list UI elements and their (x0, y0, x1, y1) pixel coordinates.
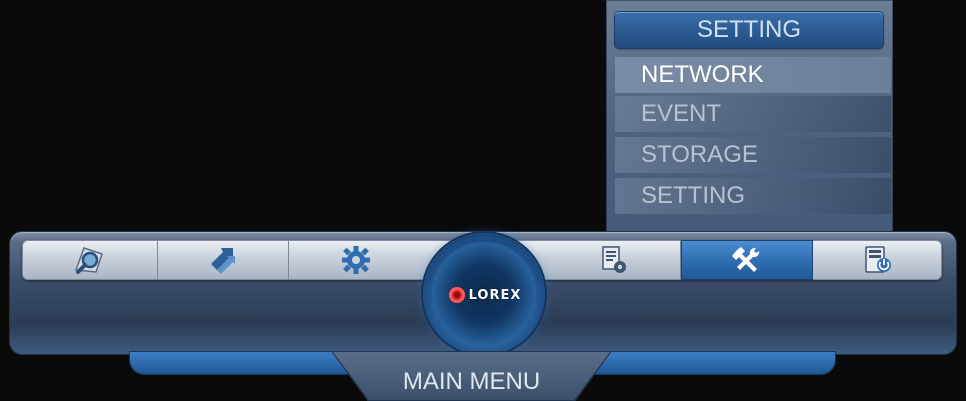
lorex-logo-icon (448, 287, 465, 303)
menu-item-storage[interactable]: STORAGE (615, 137, 891, 173)
info-document-gear-icon (595, 244, 631, 276)
tools-icon (729, 244, 765, 276)
menu-item-network[interactable]: NETWORK (615, 57, 891, 93)
setting-dropdown-menu: SETTING NETWORK EVENT STORAGE SETTING (606, 0, 893, 236)
lorex-logo: LOREX (424, 286, 546, 304)
menu-item-event[interactable]: EVENT (615, 96, 891, 132)
shutdown-icon (860, 244, 896, 276)
gear-icon (338, 244, 374, 276)
info-button[interactable] (545, 240, 681, 280)
lorex-logo-text: LOREX (468, 287, 522, 303)
backup-arrows-icon (203, 244, 243, 276)
search-button[interactable] (22, 240, 158, 280)
main-menu-label: MAIN MENU (402, 368, 541, 395)
tools-button[interactable] (681, 240, 813, 280)
shutdown-button[interactable] (813, 240, 942, 280)
settings-button[interactable] (289, 240, 423, 280)
search-icon (70, 244, 110, 276)
backup-button[interactable] (158, 240, 289, 280)
dropdown-header[interactable]: SETTING (615, 12, 883, 48)
menu-item-setting[interactable]: SETTING (615, 178, 891, 214)
